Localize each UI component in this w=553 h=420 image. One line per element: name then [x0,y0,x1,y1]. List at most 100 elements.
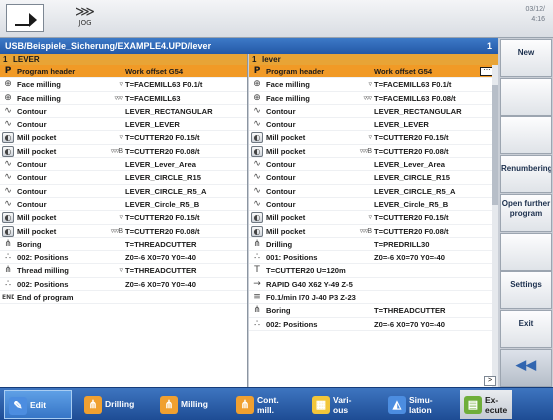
tab-execute[interactable]: ▤ Ex- ecute [460,390,512,419]
program-step-row[interactable]: → RAPID G40 X62 Y-49 Z-5 [249,278,498,292]
program-step-row[interactable]: ⋔ Boring T=THREADCUTTER [249,304,498,318]
program-step-row[interactable]: P Program header Work offset G54 [0,65,247,79]
tab-label: Edit [30,400,47,410]
program-step-row[interactable]: ∿ Contour LEVER_Circle_R5_B [249,198,498,212]
tab-label: Drilling [105,399,135,409]
jog-icon[interactable]: ⋙ JOG [74,3,96,33]
softkey-empty-2[interactable] [500,77,552,116]
clock-date: 03/12/ [525,6,545,13]
program-step-row[interactable]: ◐ Mill pocket ▿ T=CUTTER20 F0.15/t [249,131,498,145]
tab-edit[interactable]: ✎ Edit [4,390,72,419]
program-pane-right[interactable]: 1 lever P Program header Work offset G54 ⋯ ⊕ F… [249,54,498,387]
program-step-row[interactable]: ∴ 001: Positions Z0=-6 X0=70 Y0=-40 [249,251,498,265]
program-step-row[interactable]: ∴ 002: Positions Z0=-6 X0=70 Y0=-40 [0,251,247,265]
softkey-new[interactable]: New [500,39,552,77]
pane-title-left: 1 LEVER [0,54,247,65]
program-step-row[interactable]: ∴ 002: Positions Z0=-6 X0=70 Y0=-40 [249,318,498,331]
tab-various[interactable]: ▦ Vari- ous [308,390,376,419]
step-machining-mark: ▿ [368,134,372,142]
program-step-row[interactable]: ⋔ Drilling T=PREDRILL30 [249,238,498,252]
program-step-row[interactable]: ⋔ Boring T=THREADCUTTER [0,238,247,252]
step-type-icon: ∴ [254,252,260,263]
step-machining-mark: ▿ [368,214,372,222]
program-step-row[interactable]: ∿ Contour LEVER_RECTANGULAR [0,105,247,119]
program-step-row[interactable]: ∿ Contour LEVER_Circle_R5_B [0,198,247,212]
program-step-row[interactable]: ⊕ Face milling ▿▿▿ T=FACEMILL63 F0.08/t [249,92,498,105]
program-step-row[interactable]: ENDEnd of program [0,291,247,305]
program-step-row[interactable]: ∿ Contour LEVER_CIRCLE_R15 [249,171,498,185]
step-name: Contour [17,186,47,196]
softkey-empty-3[interactable] [500,116,552,155]
program-step-row[interactable]: ∿ Contour LEVER_RECTANGULAR [249,105,498,119]
scroll-right-icon[interactable]: > [484,376,496,386]
program-step-row[interactable]: ∿ Contour LEVER_Lever_Area [249,158,498,172]
step-name: Face milling [17,93,61,103]
softkey-settings[interactable]: Settings [500,271,552,310]
tab-label: Simu- lation [409,394,433,415]
step-type-icon: END [2,294,14,302]
step-machining-mark: ▿ [119,81,123,89]
step-parameters: Work offset G54 [374,67,433,76]
step-parameters: T=FACEMILL63 F0.1/t [125,80,203,90]
clock: 03/12/ 4:16 [526,5,545,25]
program-step-row[interactable]: ◐ Mill pocket ▿ T=CUTTER20 F0.15/t [249,211,498,225]
auto-mode-icon[interactable] [6,4,44,32]
program-step-row[interactable]: ⊕ Face milling ▿ T=FACEMILL63 F0.1/t [0,78,247,92]
tab-label: Ex- ecute [485,394,508,415]
tab-milling[interactable]: ⋔ Milling [156,390,224,419]
program-step-row[interactable]: ∿ Contour LEVER_Lever_Area [0,158,247,172]
program-step-row[interactable]: P Program header Work offset G54 ⋯ [249,65,498,79]
step-name: 002: Positions [266,319,318,329]
step-name: Contour [17,160,47,170]
program-step-row[interactable]: T T=CUTTER20 U=120m [249,264,498,278]
program-step-row[interactable]: ≡ F0.1/min I70 J-40 P3 Z-23 [249,291,498,305]
channel-number: 1 [486,41,492,51]
softkey-back[interactable]: ◀◀ [500,348,552,387]
step-type-icon: ◐ [2,132,14,144]
step-name: Contour [17,199,47,209]
program-pane-left[interactable]: 1 LEVER P Program header Work offset G54 ⊕ Fa… [0,54,248,387]
tab-contour-milling[interactable]: ⋔ Cont. mill. [232,390,300,419]
softkey-empty-6[interactable] [500,232,552,271]
program-step-row[interactable]: ⊕ Face milling ▿▿▿ T=FACEMILL63 [0,92,247,105]
program-step-row[interactable]: ◐ Mill pocket ▿▿▿B T=CUTTER20 F0.08/t [249,145,498,159]
step-parameters: T=CUTTER20 F0.08/t [374,146,449,156]
step-type-icon: T [254,265,260,276]
step-name: Contour [266,199,296,209]
step-parameters: LEVER_CIRCLE_R5_A [125,186,207,196]
step-name: RAPID G40 X62 Y-49 Z-5 [266,279,353,289]
program-step-row[interactable]: ∿ Contour LEVER_CIRCLE_R15 [0,171,247,185]
tab-label: Cont. mill. [257,394,279,415]
step-name: Boring [17,239,42,249]
program-step-row[interactable]: ◐ Mill pocket ▿▿▿B T=CUTTER20 F0.08/t [0,225,247,238]
program-step-row[interactable]: ∿ Contour LEVER_CIRCLE_R5_A [0,185,247,198]
step-parameters: LEVER_Lever_Area [125,160,196,170]
softkey-renumbering[interactable]: Renumbering [500,155,552,194]
step-type-icon: ◐ [251,145,263,157]
program-steps-left: P Program header Work offset G54 ⊕ Face mill… [0,65,247,305]
program-step-row[interactable]: ∴ 002: Positions Z0=-6 X0=70 Y0=-40 [0,278,247,292]
step-name: 001: Positions [266,253,318,263]
step-parameters: T=CUTTER20 F0.15/t [125,213,200,223]
program-step-row[interactable]: ◐ Mill pocket ▿ T=CUTTER20 F0.15/t [0,131,247,145]
program-step-row[interactable]: ◐ Mill pocket ▿▿▿B T=CUTTER20 F0.08/t [249,225,498,238]
pane-title-text: lever [262,55,281,64]
tab-drilling[interactable]: ⋔ Drilling [80,390,148,419]
step-name: T=CUTTER20 U=120m [266,266,346,276]
program-step-row[interactable]: ∿ Contour LEVER_CIRCLE_R5_A [249,185,498,198]
softkey-open-further-program[interactable]: Open further program [500,193,552,232]
softkey-exit[interactable]: Exit [500,309,552,348]
program-step-row[interactable]: ◐ Mill pocket ▿▿▿B T=CUTTER20 F0.08/t [0,145,247,159]
milling-icon: ⋔ [160,395,178,414]
program-step-row[interactable]: ∿ Contour LEVER_LEVER [0,118,247,132]
program-step-row[interactable]: ⋔ Thread milling ▿ T=THREADCUTTER [0,264,247,278]
program-step-row[interactable]: ⊕ Face milling ▿ T=FACEMILL63 F0.1/t [249,78,498,92]
program-step-row[interactable]: ∿ Contour LEVER_LEVER [249,118,498,132]
step-type-icon: ∿ [4,172,12,183]
tab-simulation[interactable]: ◭ Simu- lation [384,390,452,419]
step-parameters: LEVER_LEVER [374,120,429,130]
step-parameters: T=CUTTER20 F0.08/t [374,226,449,236]
step-name: Drilling [266,239,293,249]
program-step-row[interactable]: ◐ Mill pocket ▿ T=CUTTER20 F0.15/t [0,211,247,225]
step-machining-mark: ▿ [119,267,123,275]
